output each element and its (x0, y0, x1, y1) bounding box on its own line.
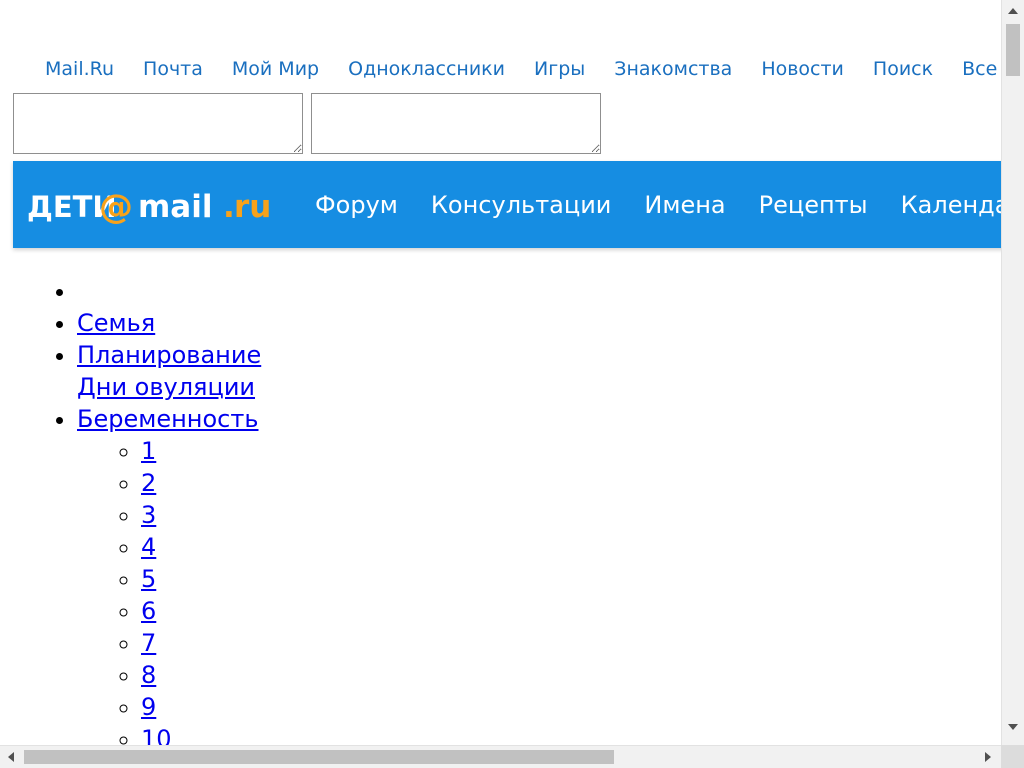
portal-link-pochta[interactable]: Почта (128, 58, 217, 80)
pregnancy-link-10[interactable]: 10 (141, 725, 172, 745)
scroll-right-arrow-icon[interactable] (985, 752, 991, 762)
pregnancy-link-9[interactable]: 9 (141, 693, 156, 721)
list-item: 2 (141, 467, 261, 499)
vertical-scroll-thumb[interactable] (1006, 24, 1020, 76)
menu-retsepty[interactable]: Рецепты (759, 191, 868, 219)
header-menu: Форум Консультации Имена Рецепты Календа… (315, 161, 1001, 248)
portal-link-odnoklassniki[interactable]: Одноклассники (333, 58, 519, 80)
pregnancy-link-6[interactable]: 6 (141, 597, 156, 625)
pregnancy-link-5[interactable]: 5 (141, 565, 156, 593)
list-item-beremennost: Беременность 1 2 3 4 5 6 7 8 9 10 (77, 403, 261, 745)
scroll-down-arrow-icon[interactable] (1008, 724, 1018, 730)
pregnancy-link-3[interactable]: 3 (141, 501, 156, 529)
portal-link-mailru[interactable]: Mail.Ru (30, 58, 128, 80)
menu-imena[interactable]: Имена (644, 191, 725, 219)
portal-link-znakomstva[interactable]: Знакомства (599, 58, 746, 80)
scroll-left-arrow-icon[interactable] (8, 752, 14, 762)
logo-text-mail: mail (138, 189, 212, 225)
deti-mail-ru-logo: ДЕТИ @ mail . ru (27, 187, 271, 225)
page-viewport: Mail.Ru Почта Мой Мир Одноклассники Игры… (0, 0, 1001, 745)
list-item: 5 (141, 563, 261, 595)
portal-link-moy-mir[interactable]: Мой Мир (217, 58, 333, 80)
menu-forum[interactable]: Форум (315, 191, 398, 219)
link-beremennost[interactable]: Беременность (77, 405, 259, 433)
list-item-empty (77, 275, 261, 307)
pregnancy-week-list: 1 2 3 4 5 6 7 8 9 10 (77, 435, 261, 745)
list-item: 6 (141, 595, 261, 627)
scrollbar-corner (1001, 745, 1024, 768)
pregnancy-link-1[interactable]: 1 (141, 437, 156, 465)
pregnancy-link-8[interactable]: 8 (141, 661, 156, 689)
logo-text-ru: ru (234, 189, 271, 225)
list-item: 1 (141, 435, 261, 467)
portal-link-igry[interactable]: Игры (519, 58, 599, 80)
list-item: 10 (141, 723, 261, 745)
vertical-scrollbar[interactable] (1001, 0, 1024, 745)
textarea-1[interactable] (13, 93, 303, 154)
list-item: 3 (141, 499, 261, 531)
menu-konsultatsii[interactable]: Консультации (431, 191, 612, 219)
portal-link-novosti[interactable]: Новости (746, 58, 858, 80)
list-item: 7 (141, 627, 261, 659)
list-item: 4 (141, 531, 261, 563)
pregnancy-link-2[interactable]: 2 (141, 469, 156, 497)
horizontal-scroll-thumb[interactable] (24, 750, 614, 764)
site-header: ДЕТИ @ mail . ru Форум Консультации Имен… (13, 161, 1001, 248)
horizontal-scrollbar[interactable] (0, 745, 1001, 768)
pregnancy-link-7[interactable]: 7 (141, 629, 156, 657)
list-item-semya: Семья (77, 307, 261, 339)
section-list: Семья Планирование Дни овуляции Беременн… (0, 275, 261, 745)
pregnancy-link-4[interactable]: 4 (141, 533, 156, 561)
textarea-2[interactable] (311, 93, 601, 154)
list-item-planirovanie: Планирование Дни овуляции (77, 339, 261, 403)
site-logo[interactable]: ДЕТИ @ mail . ru (27, 187, 287, 225)
scroll-up-arrow-icon[interactable] (1008, 8, 1018, 14)
link-planirovanie[interactable]: Планирование (77, 341, 261, 369)
link-semya[interactable]: Семья (77, 309, 155, 337)
list-item: 9 (141, 691, 261, 723)
portal-link-poisk[interactable]: Поиск (858, 58, 947, 80)
logo-text-dot: . (223, 189, 235, 225)
portal-link-vse[interactable]: Все (947, 58, 1001, 80)
menu-kalendar[interactable]: Календарь (901, 191, 1001, 219)
logo-text-at: @ (99, 187, 133, 225)
portal-nav: Mail.Ru Почта Мой Мир Одноклассники Игры… (30, 56, 1001, 82)
link-dni-ovulyatsii[interactable]: Дни овуляции (77, 373, 255, 401)
list-item: 8 (141, 659, 261, 691)
